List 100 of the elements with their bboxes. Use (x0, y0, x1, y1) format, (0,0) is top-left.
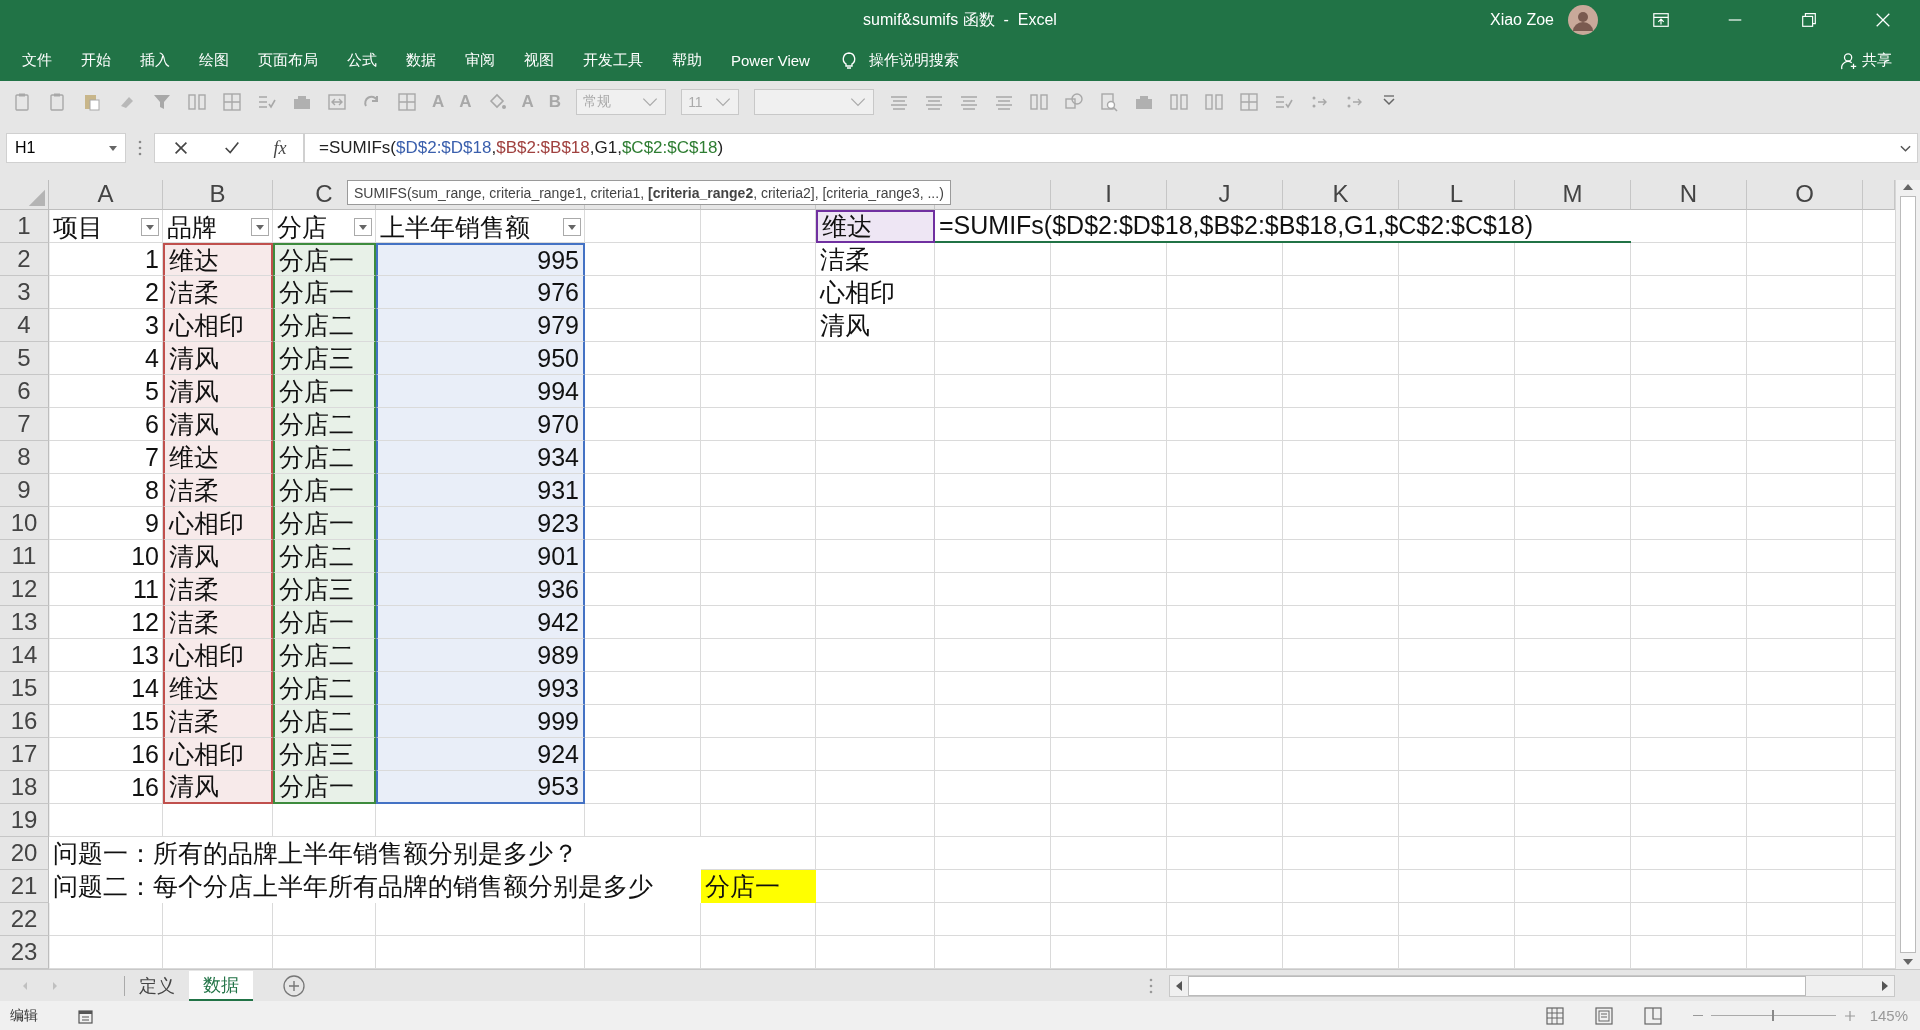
spreadsheet-cell[interactable]: 1 (49, 243, 163, 276)
column-header[interactable]: J (1167, 180, 1283, 210)
highlighted-cell[interactable]: 分店一 (701, 870, 816, 903)
highlighted-cell[interactable]: 999 (376, 705, 585, 738)
highlighted-cell[interactable]: 934 (376, 441, 585, 474)
grid-icon[interactable] (222, 91, 242, 112)
spreadsheet-cell[interactable]: 4 (49, 342, 163, 375)
spreadsheet-cell[interactable]: 13 (49, 639, 163, 672)
highlighted-cell[interactable]: 分店一 (273, 474, 376, 507)
spreadsheet-cell[interactable]: 6 (49, 408, 163, 441)
row-header[interactable]: 2 (0, 243, 49, 276)
row-header[interactable]: 18 (0, 771, 49, 804)
highlighted-cell[interactable]: 分店二 (273, 441, 376, 474)
column-header[interactable]: B (163, 180, 273, 210)
clipboard-icon[interactable] (12, 91, 32, 112)
row-header[interactable]: 7 (0, 408, 49, 441)
highlighted-cell[interactable]: 分店一 (273, 606, 376, 639)
highlighted-cell[interactable]: 维达 (163, 243, 273, 276)
spreadsheet-cell[interactable]: 16 (49, 771, 163, 804)
restore-icon[interactable] (1800, 11, 1818, 29)
normal-view-icon[interactable] (1545, 1006, 1564, 1025)
highlighted-cell[interactable]: 分店三 (273, 738, 376, 771)
name-box[interactable]: H1 (6, 133, 126, 163)
spreadsheet-cell[interactable]: 8 (49, 474, 163, 507)
highlighted-cell[interactable]: 清风 (163, 771, 273, 804)
highlighted-cell[interactable]: 924 (376, 738, 585, 771)
filter-dropdown-button[interactable] (251, 217, 269, 236)
row-header[interactable]: 9 (0, 474, 49, 507)
row-header[interactable]: 23 (0, 936, 49, 969)
ribbon-tab[interactable]: 公式 (347, 51, 377, 70)
tell-me-search[interactable]: 操作说明搜索 (868, 51, 959, 70)
highlighted-cell[interactable]: 993 (376, 672, 585, 705)
highlighted-cell[interactable]: 清风 (163, 540, 273, 573)
highlighted-cell[interactable]: 分店一 (273, 375, 376, 408)
highlighted-cell[interactable]: 931 (376, 474, 585, 507)
column-header[interactable]: K (1283, 180, 1399, 210)
spreadsheet-cell[interactable]: 7 (49, 441, 163, 474)
add-sheet-icon[interactable] (283, 974, 305, 997)
spreadsheet-cell[interactable]: 问题一：所有的品牌上半年销售额分别是多少？ (49, 837, 701, 870)
ribbon-tab[interactable]: 开始 (81, 51, 111, 70)
filter-dropdown-button[interactable] (354, 217, 372, 236)
next-sheet-icon[interactable] (50, 980, 60, 991)
spreadsheet-cell[interactable]: 清风 (816, 309, 935, 342)
insert-function-button[interactable]: fx (273, 137, 287, 159)
highlighted-cell[interactable]: 心相印 (163, 738, 273, 771)
share-button[interactable]: 共享 (1840, 51, 1892, 70)
horizontal-scrollbar[interactable] (1169, 974, 1895, 997)
highlighted-cell[interactable]: 分店二 (273, 639, 376, 672)
highlighted-cell[interactable]: 923 (376, 507, 585, 540)
filter-dropdown-button[interactable] (141, 217, 159, 236)
row-header[interactable]: 20 (0, 837, 49, 870)
column-header[interactable]: M (1515, 180, 1631, 210)
row-header[interactable]: 14 (0, 639, 49, 672)
highlighted-cell[interactable]: 953 (376, 771, 585, 804)
highlighted-cell[interactable]: 976 (376, 276, 585, 309)
highlighted-cell[interactable]: 分店三 (273, 342, 376, 375)
row-header[interactable]: 4 (0, 309, 49, 342)
close-icon[interactable] (1874, 11, 1892, 29)
highlighted-cell[interactable]: 心相印 (163, 507, 273, 540)
column-header[interactable]: N (1631, 180, 1747, 210)
splitter-icon[interactable] (1149, 977, 1153, 994)
spreadsheet-cell[interactable]: 5 (49, 375, 163, 408)
page-layout-icon[interactable] (1594, 1006, 1613, 1025)
row-header[interactable]: 8 (0, 441, 49, 474)
columns-icon[interactable] (187, 91, 207, 112)
formula-input[interactable]: =SUMIFs($D$2:$D$18,$B$2:$B$18,G1,$C$2:$C$18) (319, 138, 724, 158)
highlighted-cell[interactable]: 维达 (816, 210, 935, 243)
ribbon-display-icon[interactable] (1652, 11, 1670, 29)
highlighted-cell[interactable]: 心相印 (163, 309, 273, 342)
highlighted-cell[interactable]: 901 (376, 540, 585, 573)
row-header[interactable]: 13 (0, 606, 49, 639)
highlighted-cell[interactable]: 分店二 (273, 672, 376, 705)
grid-icon[interactable] (1239, 91, 1260, 112)
highlighted-cell[interactable]: 分店一 (273, 507, 376, 540)
column-header[interactable] (1863, 180, 1895, 210)
spreadsheet-cell[interactable]: 10 (49, 540, 163, 573)
column-header[interactable]: I (1051, 180, 1167, 210)
ribbon-tab[interactable]: 插入 (140, 51, 170, 70)
highlighted-cell[interactable]: 洁柔 (163, 474, 273, 507)
ribbon-tab[interactable]: 绘图 (199, 51, 229, 70)
column-header[interactable]: A (49, 180, 163, 210)
highlighted-cell[interactable]: 维达 (163, 672, 273, 705)
grid-icon[interactable] (397, 91, 417, 112)
highlighted-cell[interactable]: 分店二 (273, 408, 376, 441)
spreadsheet-cell[interactable]: 14 (49, 672, 163, 705)
highlighted-cell[interactable]: 分店二 (273, 309, 376, 342)
scroll-up-icon[interactable] (1903, 184, 1913, 190)
row-header[interactable]: 21 (0, 870, 49, 903)
ribbon-tab[interactable]: 数据 (406, 51, 436, 70)
row-header[interactable]: 22 (0, 903, 49, 936)
highlighted-cell[interactable]: 994 (376, 375, 585, 408)
zoom-in-icon[interactable] (1843, 1009, 1856, 1022)
highlighted-cell[interactable]: 分店一 (273, 243, 376, 276)
merge-icon[interactable] (327, 91, 347, 112)
highlighted-cell[interactable]: 989 (376, 639, 585, 672)
highlighted-cell[interactable]: 分店二 (273, 705, 376, 738)
spreadsheet-cell[interactable]: 9 (49, 507, 163, 540)
column-header[interactable]: L (1399, 180, 1515, 210)
column-title[interactable]: 上半年销售额 (380, 211, 530, 242)
ribbon-tab[interactable]: Power View (731, 52, 810, 69)
